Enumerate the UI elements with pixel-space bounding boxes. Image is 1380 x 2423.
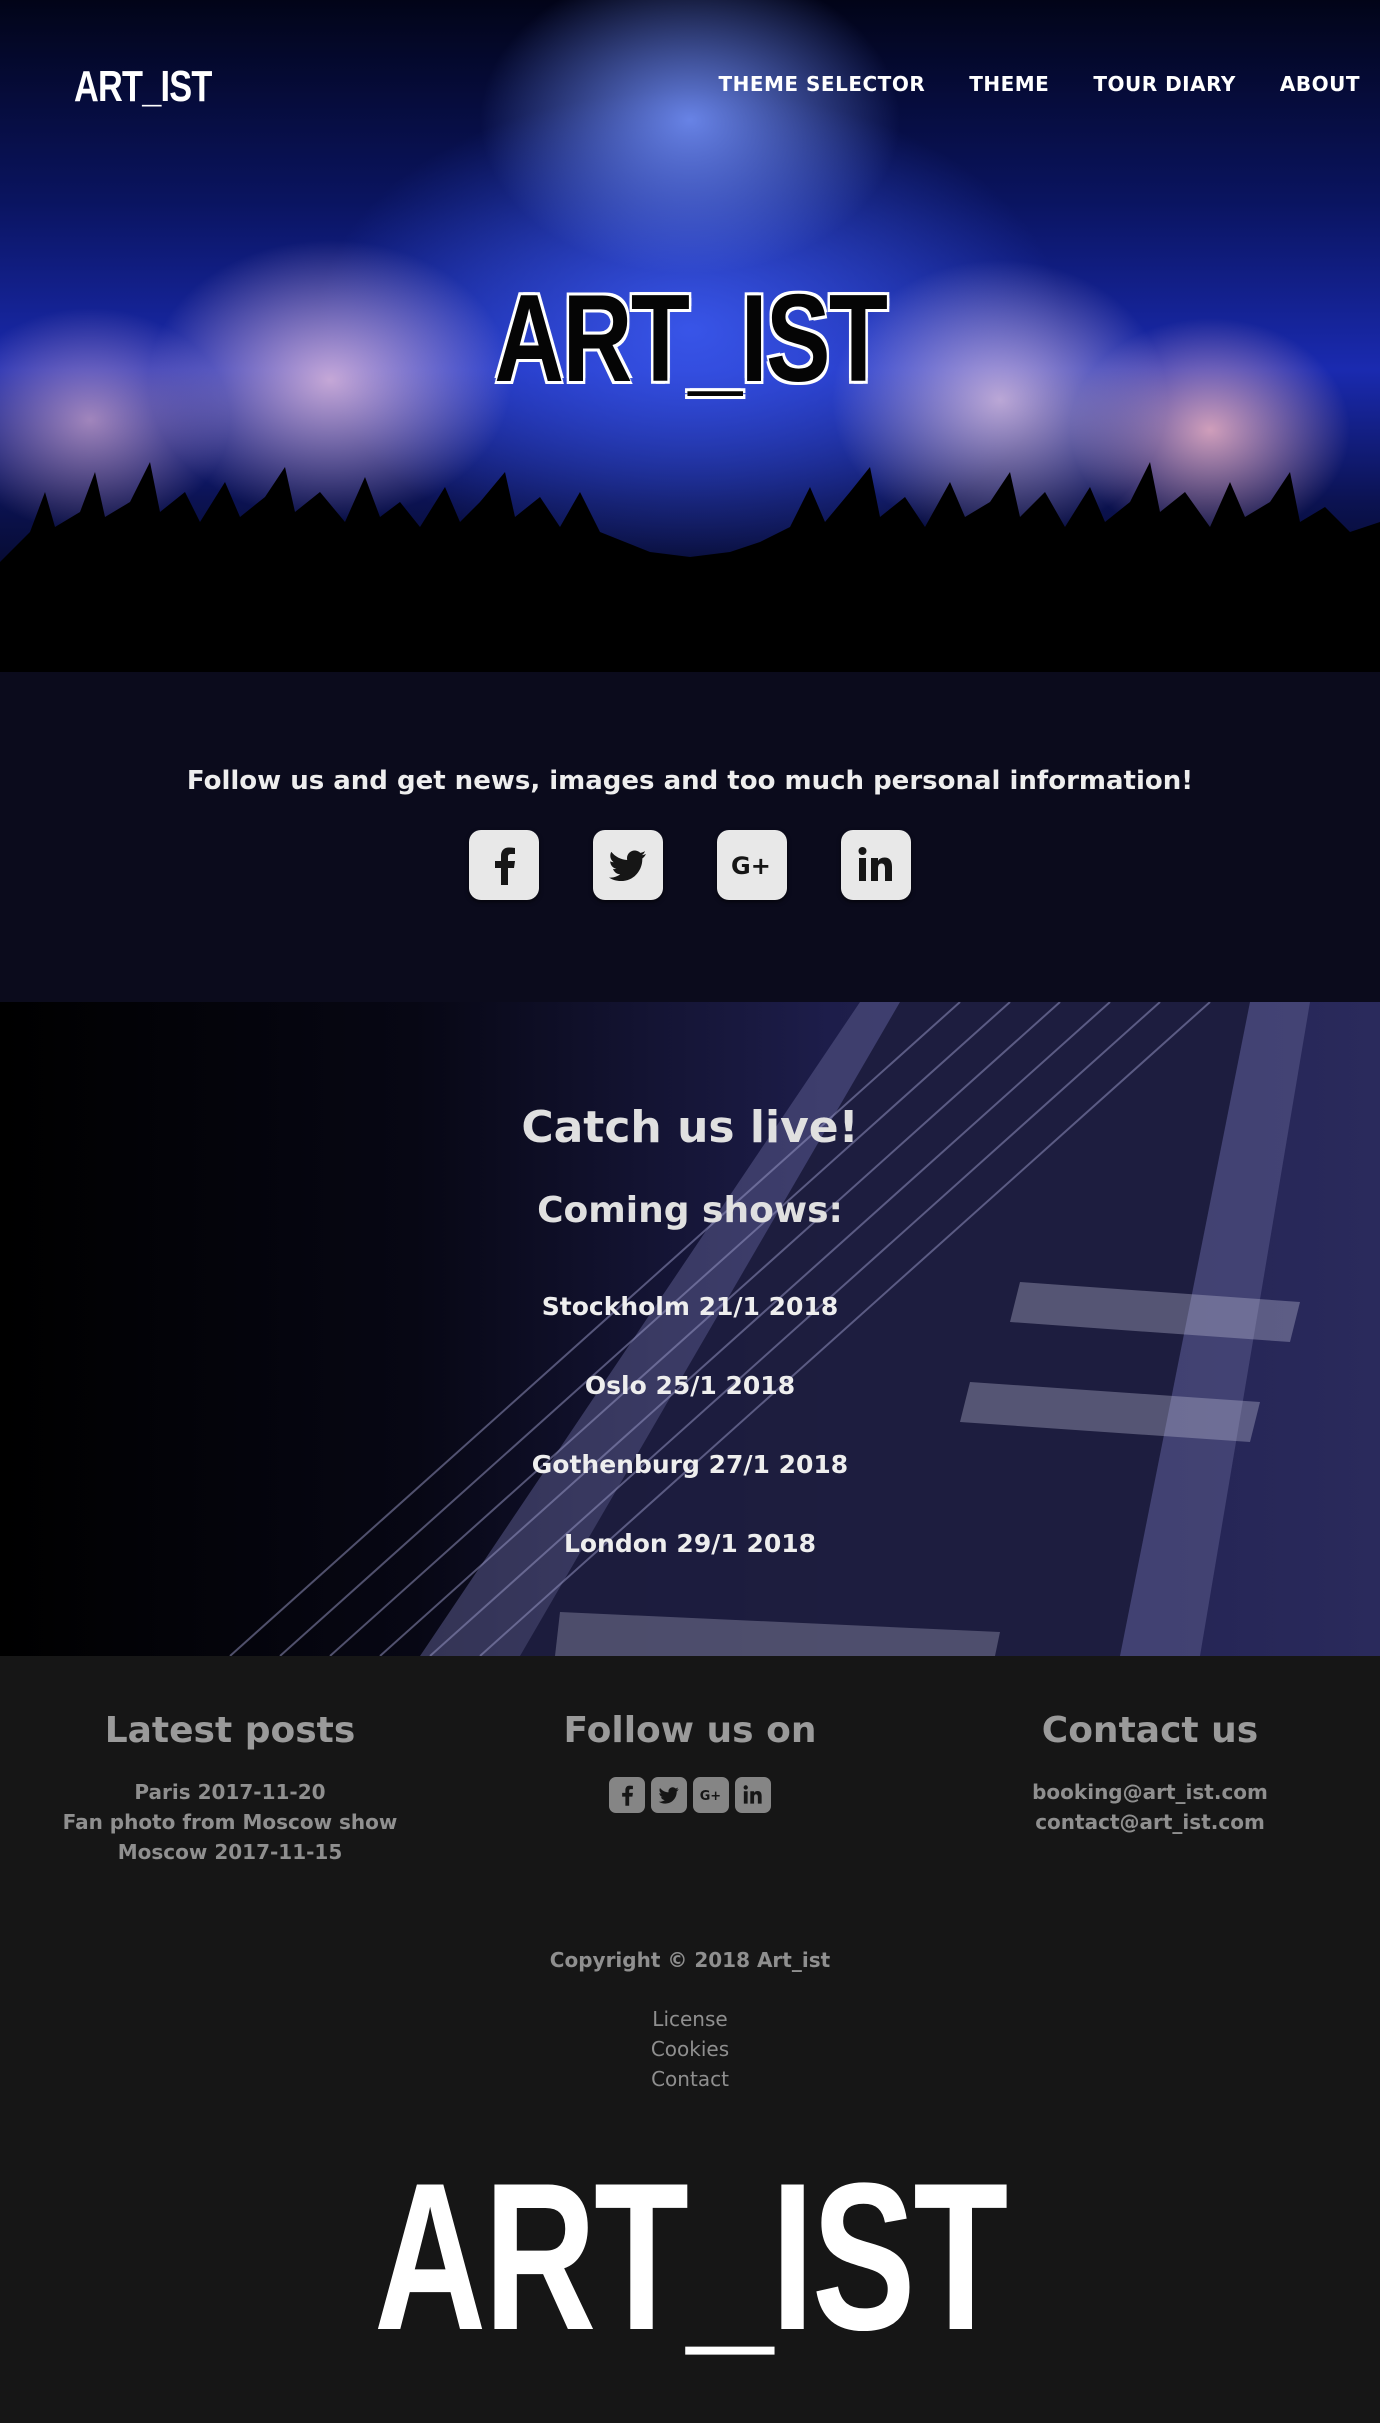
footer-social-links: G+ xyxy=(460,1777,920,1813)
twitter-icon xyxy=(658,1787,679,1804)
nav-tour-diary[interactable]: TOUR DIARY xyxy=(1093,72,1236,96)
social-links: G+ xyxy=(0,830,1380,900)
svg-text:G+: G+ xyxy=(700,1789,721,1804)
footer: Latest posts Paris 2017-11-20 Fan photo … xyxy=(0,1656,1380,2423)
footer-follow-title: Follow us on xyxy=(563,1710,817,1751)
site-logo[interactable]: ART_IST xyxy=(74,62,212,112)
cookies-link[interactable]: Cookies xyxy=(0,2034,1380,2064)
nav-about[interactable]: ABOUT xyxy=(1280,72,1360,96)
facebook-icon xyxy=(495,847,515,885)
email-link[interactable]: booking@art_ist.com xyxy=(920,1777,1380,1807)
email-link[interactable]: contact@art_ist.com xyxy=(920,1807,1380,1837)
show-item: Gothenburg 27/1 2018 xyxy=(531,1450,849,1479)
google-plus-icon: G+ xyxy=(700,1789,721,1804)
post-link[interactable]: Paris 2017-11-20 xyxy=(0,1777,460,1807)
linkedin-icon xyxy=(743,1785,762,1804)
facebook-icon xyxy=(622,1785,633,1806)
hero-title-text: ART_IST xyxy=(493,270,888,408)
hero-banner: ART_IST THEME SELECTOR THEME TOUR DIARY … xyxy=(0,0,1380,672)
shows-subtitle: Coming shows: xyxy=(537,1190,843,1231)
latest-posts-title: Latest posts xyxy=(104,1710,356,1751)
crowd-silhouette xyxy=(0,462,1380,672)
footer-facebook-button[interactable] xyxy=(609,1777,645,1813)
footer-logo-text: ART_IST xyxy=(373,2139,1008,2374)
footer-linkedin-button[interactable] xyxy=(735,1777,771,1813)
contact-us: Contact us booking@art_ist.com contact@a… xyxy=(920,1710,1380,1837)
copyright: Copyright © 2018 Art_ist xyxy=(549,1948,831,1972)
contact-title: Contact us xyxy=(1041,1710,1259,1751)
show-item: Stockholm 21/1 2018 xyxy=(541,1292,839,1321)
google-plus-button[interactable]: G+ xyxy=(717,830,787,900)
license-link[interactable]: License xyxy=(0,2004,1380,2034)
follow-text: Follow us and get news, images and too m… xyxy=(186,766,1194,796)
google-plus-icon: G+ xyxy=(731,852,771,880)
footer-logo: ART_IST xyxy=(0,2136,1380,2378)
linkedin-button[interactable] xyxy=(841,830,911,900)
facebook-button[interactable] xyxy=(469,830,539,900)
twitter-icon xyxy=(608,850,646,881)
post-link[interactable]: Moscow 2017-11-15 xyxy=(0,1837,460,1867)
follow-section: Follow us and get news, images and too m… xyxy=(0,672,1380,1002)
latest-posts: Latest posts Paris 2017-11-20 Fan photo … xyxy=(0,1710,460,1867)
footer-twitter-button[interactable] xyxy=(651,1777,687,1813)
legal-links: License Cookies Contact xyxy=(0,2004,1380,2094)
show-item: Oslo 25/1 2018 xyxy=(584,1371,796,1400)
svg-text:G+: G+ xyxy=(731,852,771,880)
live-section: Catch us live! Coming shows: Stockholm 2… xyxy=(0,1002,1380,1656)
hero-title: ART_IST xyxy=(0,268,1380,410)
linkedin-icon xyxy=(858,847,892,881)
main-nav: THEME SELECTOR THEME TOUR DIARY ABOUT xyxy=(718,72,1360,96)
show-item: London 29/1 2018 xyxy=(563,1529,817,1558)
post-link[interactable]: Fan photo from Moscow show xyxy=(0,1807,460,1837)
nav-theme-selector[interactable]: THEME SELECTOR xyxy=(718,72,925,96)
contact-link[interactable]: Contact xyxy=(0,2064,1380,2094)
footer-follow: Follow us on G+ xyxy=(460,1710,920,1813)
nav-theme[interactable]: THEME xyxy=(969,72,1049,96)
twitter-button[interactable] xyxy=(593,830,663,900)
live-title: Catch us live! xyxy=(521,1102,859,1153)
footer-google-plus-button[interactable]: G+ xyxy=(693,1777,729,1813)
